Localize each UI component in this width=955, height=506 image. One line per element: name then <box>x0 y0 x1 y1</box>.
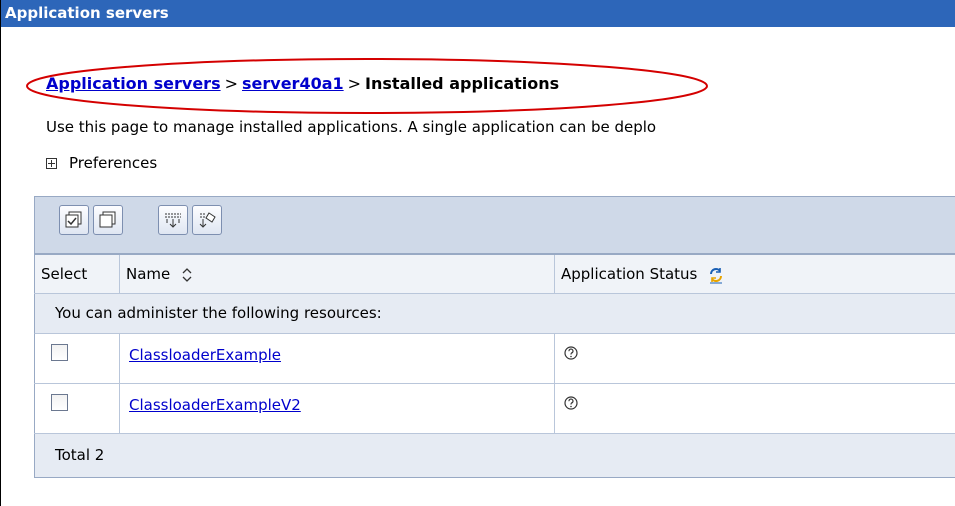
select-all-icon[interactable] <box>59 205 89 235</box>
column-header-select: Select <box>34 255 120 293</box>
row-select-cell <box>34 334 120 383</box>
frame-border <box>0 0 1 506</box>
breadcrumb-link-server[interactable]: server40a1 <box>242 74 344 93</box>
column-header-status[interactable]: Application Status <box>555 255 955 293</box>
column-header-name-label: Name <box>126 265 171 283</box>
table-header-row: Select Name Application Status <box>34 254 955 294</box>
page-description: Use this page to manage installed applic… <box>46 118 657 136</box>
deselect-all-icon[interactable] <box>93 205 123 235</box>
admin-message-row: You can administer the following resourc… <box>34 294 955 334</box>
breadcrumb-current: Installed applications <box>365 74 560 93</box>
preferences-label: Preferences <box>69 154 158 172</box>
row-status-cell <box>555 334 955 383</box>
unknown-status-icon <box>564 346 578 360</box>
breadcrumb-link-application-servers[interactable]: Application servers <box>46 74 221 93</box>
application-link[interactable]: ClassloaderExampleV2 <box>129 396 301 414</box>
unknown-status-icon <box>564 396 578 410</box>
column-header-name[interactable]: Name <box>120 255 555 293</box>
table-toolbar <box>34 196 955 254</box>
table-row: ClassloaderExampleV2 <box>34 384 955 434</box>
table-row: ClassloaderExample <box>34 334 955 384</box>
sort-icon[interactable] <box>181 267 193 282</box>
preferences-toggle[interactable]: Preferences <box>46 154 157 172</box>
breadcrumb-separator: > <box>347 74 362 93</box>
row-name-cell: ClassloaderExampleV2 <box>120 384 555 433</box>
row-name-cell: ClassloaderExample <box>120 334 555 383</box>
column-header-status-label: Application Status <box>561 265 698 283</box>
breadcrumb-separator: > <box>224 74 238 93</box>
refresh-icon[interactable] <box>708 266 724 284</box>
total-row: Total 2 <box>34 434 955 478</box>
breadcrumb: Application servers > server40a1 > Installed… <box>46 74 559 93</box>
row-checkbox[interactable] <box>51 344 68 361</box>
expand-all-icon[interactable] <box>158 205 188 235</box>
window-title-bar: Application servers <box>1 0 955 27</box>
row-checkbox[interactable] <box>51 394 68 411</box>
expand-plus-icon[interactable] <box>46 157 57 169</box>
application-link[interactable]: ClassloaderExample <box>129 346 281 364</box>
row-status-cell <box>555 384 955 433</box>
row-select-cell <box>34 384 120 433</box>
applications-table: Select Name Application Status You can a… <box>34 196 955 478</box>
collapse-all-icon[interactable] <box>192 205 222 235</box>
